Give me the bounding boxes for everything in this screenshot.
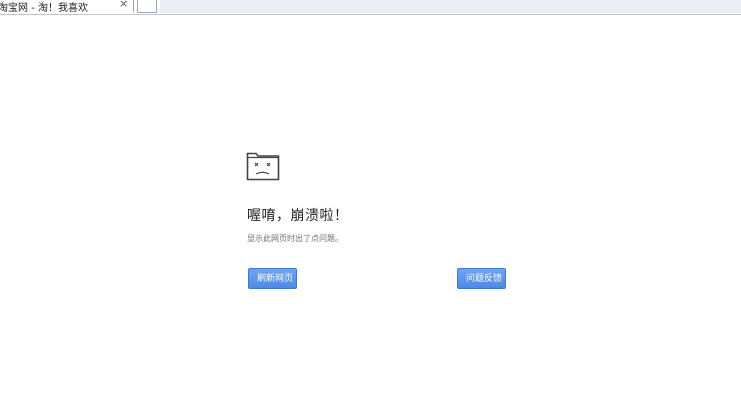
reload-page-button[interactable]: 刷新网页 bbox=[248, 268, 297, 289]
tab-strip-background bbox=[160, 0, 741, 13]
tab-strip: 淘宝网 - 淘！我喜欢 × bbox=[0, 0, 741, 15]
browser-tab[interactable]: 淘宝网 - 淘！我喜欢 × bbox=[0, 0, 134, 14]
crash-title: 喔唷，崩溃啦！ bbox=[247, 208, 349, 224]
feedback-button[interactable]: 问题反馈 bbox=[457, 268, 506, 289]
new-tab-button[interactable] bbox=[137, 0, 157, 13]
crash-description: 显示此网页时出了点问题。 bbox=[247, 234, 343, 243]
tab-close-icon[interactable]: × bbox=[119, 0, 128, 10]
sad-folder-icon bbox=[246, 152, 280, 181]
tab-title: 淘宝网 - 淘！我喜欢 bbox=[0, 3, 88, 14]
